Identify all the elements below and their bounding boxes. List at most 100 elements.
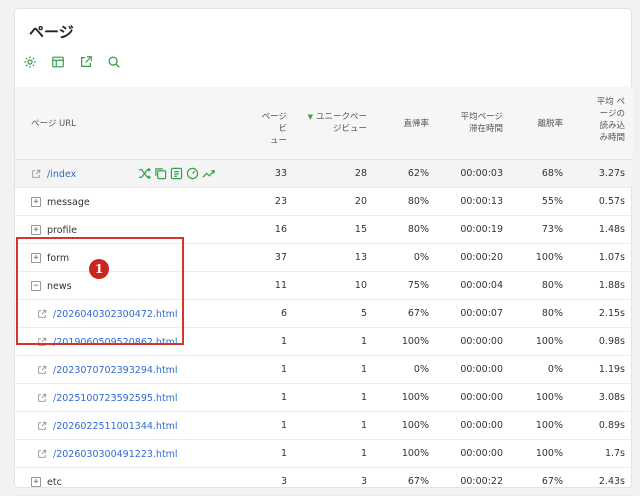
cell-exit: 100% xyxy=(535,336,563,347)
expand-icon[interactable]: + xyxy=(31,477,41,487)
sort-desc-icon: ▼ xyxy=(307,113,313,121)
external-link-icon[interactable] xyxy=(37,365,47,375)
cell-load: 1.7s xyxy=(604,448,625,459)
cell-time: 00:00:13 xyxy=(460,196,503,207)
copy-icon[interactable] xyxy=(154,167,167,180)
cell-time: 00:00:22 xyxy=(460,476,503,487)
cell-uu: 3 xyxy=(360,476,367,487)
cell-bounce: 80% xyxy=(407,196,429,207)
url-cell: /2023070702393294.html xyxy=(37,356,178,384)
cell-load: 2.43s xyxy=(598,476,625,487)
cell-pv: 1 xyxy=(280,364,287,375)
directory-label: form xyxy=(47,252,70,264)
export-icon[interactable] xyxy=(79,55,93,69)
table-row[interactable]: /2023070702393294.html 1 1 0% 00:00:00 0% 1.19… xyxy=(15,356,633,384)
column-header-avg-load-time[interactable]: 平均 ペ ージの 読み込 み時間 xyxy=(581,96,625,144)
cell-uu: 13 xyxy=(354,252,367,263)
expand-icon[interactable]: + xyxy=(31,225,41,235)
expand-icon[interactable]: + xyxy=(31,197,41,207)
url-cell: + etc xyxy=(31,468,62,496)
cell-bounce: 0% xyxy=(413,364,429,375)
gear-icon[interactable] xyxy=(23,55,37,69)
table-row[interactable]: + profile 16 15 80% 00:00:19 73% 1.48s xyxy=(15,216,633,244)
page-url-link[interactable]: /index xyxy=(47,169,76,180)
column-header-url[interactable]: ページ URL xyxy=(31,118,76,130)
table-row[interactable]: /2026030300491223.html 1 1 100% 00:00:00 100%… xyxy=(15,440,633,468)
cell-bounce: 75% xyxy=(407,280,429,291)
cell-bounce: 100% xyxy=(401,448,429,459)
url-cell: /index xyxy=(31,160,76,188)
directory-label: news xyxy=(47,280,72,292)
url-cell: − news xyxy=(31,272,72,300)
table-row[interactable]: − news 11 10 75% 00:00:04 80% 1.88s xyxy=(15,272,633,300)
cell-bounce: 100% xyxy=(401,420,429,431)
cell-exit: 100% xyxy=(535,448,563,459)
page-url-link[interactable]: /2023070702393294.html xyxy=(53,365,178,376)
cell-bounce: 100% xyxy=(401,392,429,403)
table-header: ページ URL ページビ ュー ▼ ユニークペー ジビュー 直帰率 平均ページ 滞… xyxy=(15,87,633,160)
cell-time: 00:00:00 xyxy=(460,336,503,347)
annotation-badge: 1 xyxy=(89,259,109,279)
cell-pv: 1 xyxy=(280,392,287,403)
table-row[interactable]: /2026040302300472.html 6 5 67% 00:00:07 80% 2.… xyxy=(15,300,633,328)
page-url-link[interactable]: /2026022511001344.html xyxy=(53,421,178,432)
cell-exit: 55% xyxy=(541,196,563,207)
table-row[interactable]: /2025100723592595.html 1 1 100% 00:00:00 100%… xyxy=(15,384,633,412)
row-action-icons xyxy=(138,167,215,180)
trend-icon[interactable] xyxy=(202,167,215,180)
cell-load: 0.98s xyxy=(598,336,625,347)
collapse-icon[interactable]: − xyxy=(31,281,41,291)
table-row[interactable]: /index 33 28 62% 00:00:03 68% 3.27s xyxy=(15,160,633,188)
table-row[interactable]: + etc 3 3 67% 00:00:22 67% 2.43s xyxy=(15,468,633,496)
cell-load: 1.48s xyxy=(598,224,625,235)
column-header-bounce-rate[interactable]: 直帰率 xyxy=(387,118,429,130)
cell-load: 2.15s xyxy=(598,308,625,319)
shuffle-icon[interactable] xyxy=(138,167,151,180)
cell-load: 0.57s xyxy=(598,196,625,207)
cell-pv: 16 xyxy=(274,224,287,235)
search-icon[interactable] xyxy=(107,55,121,69)
external-link-icon[interactable] xyxy=(37,337,47,347)
column-header-pageviews[interactable]: ページビ ュー xyxy=(255,111,287,147)
cell-uu: 10 xyxy=(354,280,367,291)
column-header-exit-rate[interactable]: 離脱率 xyxy=(523,118,563,130)
table-icon[interactable] xyxy=(51,55,65,69)
cell-load: 1.19s xyxy=(598,364,625,375)
cell-load: 0.89s xyxy=(598,420,625,431)
external-link-icon[interactable] xyxy=(37,393,47,403)
external-link-icon[interactable] xyxy=(31,169,41,179)
cell-time: 00:00:20 xyxy=(460,252,503,263)
cell-time: 00:00:00 xyxy=(460,364,503,375)
cell-load: 1.88s xyxy=(598,280,625,291)
cell-time: 00:00:00 xyxy=(460,392,503,403)
cell-bounce: 100% xyxy=(401,336,429,347)
cell-pv: 3 xyxy=(280,476,287,487)
cell-time: 00:00:00 xyxy=(460,448,503,459)
cell-load: 1.07s xyxy=(598,252,625,263)
table-row[interactable]: /2019060509520862.html 1 1 100% 00:00:00 100%… xyxy=(15,328,633,356)
gauge-icon[interactable] xyxy=(186,167,199,180)
cell-time: 00:00:00 xyxy=(460,420,503,431)
cell-time: 00:00:19 xyxy=(460,224,503,235)
cell-exit: 100% xyxy=(535,252,563,263)
expand-icon[interactable]: + xyxy=(31,253,41,263)
cell-uu: 28 xyxy=(354,168,367,179)
external-link-icon[interactable] xyxy=(37,449,47,459)
cell-uu: 1 xyxy=(360,420,367,431)
page-url-link[interactable]: /2026040302300472.html xyxy=(53,309,178,320)
column-header-avg-time[interactable]: 平均ページ 滞在時間 xyxy=(447,111,503,135)
document-icon[interactable] xyxy=(170,167,183,180)
table-row[interactable]: /2026022511001344.html 1 1 100% 00:00:00 100%… xyxy=(15,412,633,440)
page-url-link[interactable]: /2026030300491223.html xyxy=(53,449,178,460)
column-header-unique-pageviews[interactable]: ▼ ユニークペー ジビュー xyxy=(303,111,367,135)
cell-pv: 37 xyxy=(274,252,287,263)
external-link-icon[interactable] xyxy=(37,421,47,431)
cell-exit: 80% xyxy=(541,308,563,319)
table-row[interactable]: + message 23 20 80% 00:00:13 55% 0.57s xyxy=(15,188,633,216)
external-link-icon[interactable] xyxy=(37,309,47,319)
toolbar xyxy=(23,55,121,69)
cell-pv: 23 xyxy=(274,196,287,207)
page-url-link[interactable]: /2019060509520862.html xyxy=(53,337,178,348)
url-cell: + profile xyxy=(31,216,77,244)
page-url-link[interactable]: /2025100723592595.html xyxy=(53,393,178,404)
